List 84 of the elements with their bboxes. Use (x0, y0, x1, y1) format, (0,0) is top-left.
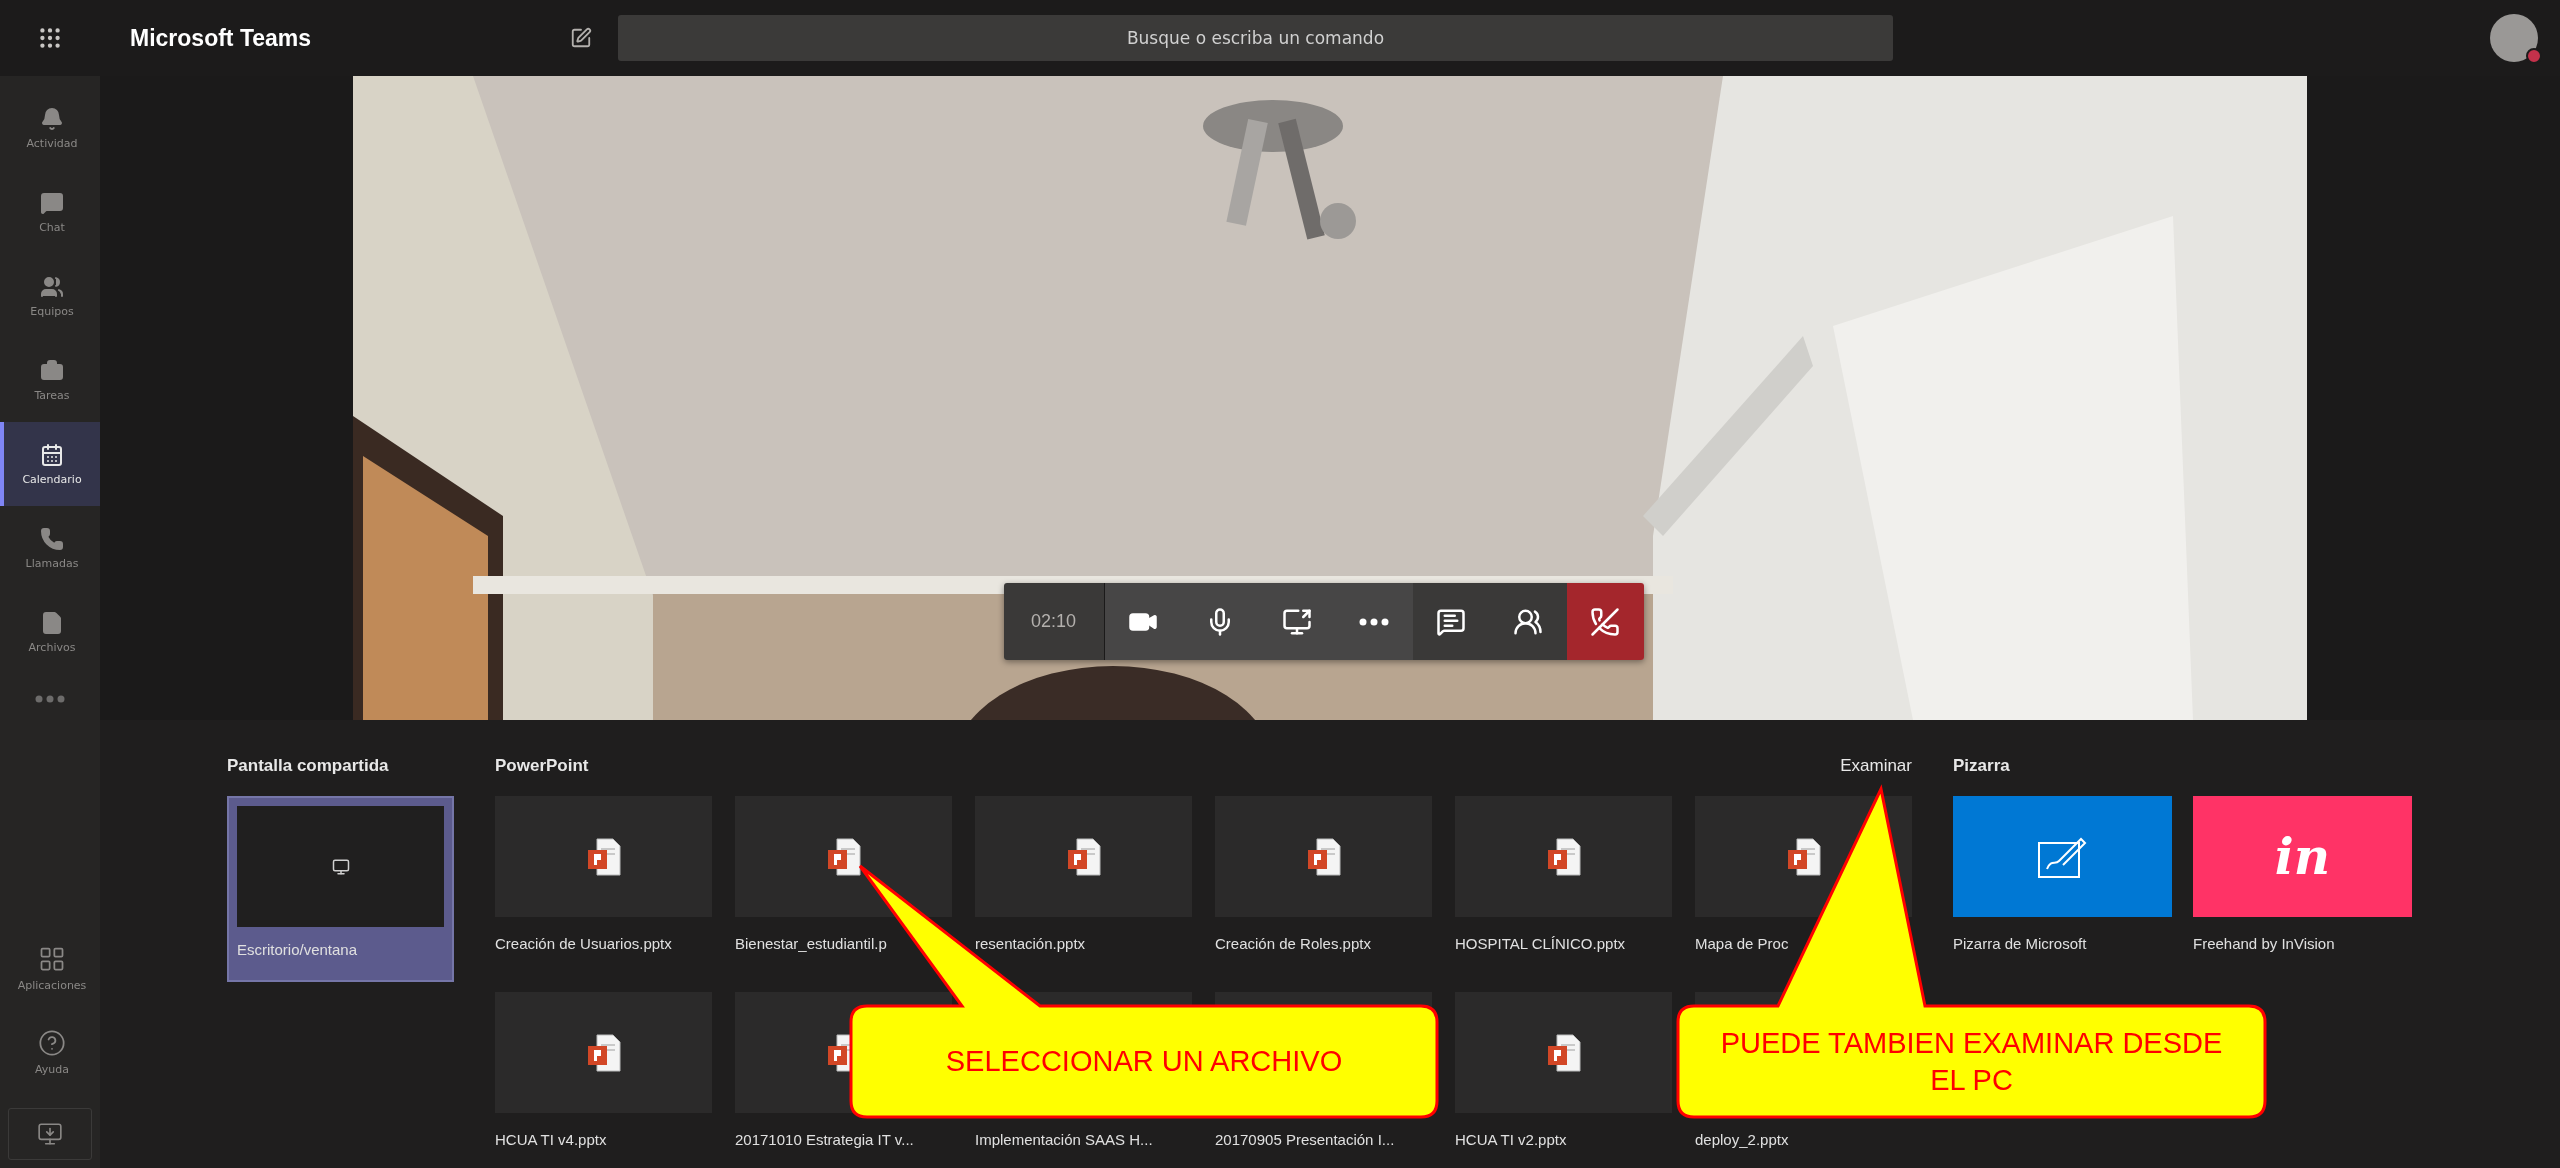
chat-icon (40, 190, 64, 215)
rail-label: Aplicaciones (17, 978, 87, 992)
file-thumbnail[interactable] (975, 796, 1192, 917)
whiteboard-app-tile[interactable]: in (2193, 796, 2412, 917)
rail-item[interactable]: Ayuda (0, 1010, 100, 1094)
search-field[interactable]: Busque o escriba un comando (618, 15, 1893, 61)
rail-label: Actividad (26, 136, 78, 150)
tile-label: Escritorio/ventana (237, 941, 358, 958)
section-heading: PowerPoint (495, 756, 589, 776)
rail-item[interactable]: Llamadas (0, 506, 100, 590)
file-thumbnail[interactable] (1455, 796, 1672, 917)
section-heading: Pizarra (1953, 756, 2011, 776)
section-heading: Pantalla compartida (227, 756, 390, 776)
slides-file-icon (1546, 1033, 1581, 1072)
rail-label: Ayuda (35, 1062, 69, 1076)
help-icon (38, 1028, 66, 1057)
file-thumbnail[interactable] (495, 992, 712, 1113)
download-icon (37, 1121, 63, 1147)
callout-text: PUEDE TAMBIEN EXAMINAR DESDE EL PC (1719, 1026, 2224, 1098)
rail-label: Llamadas (25, 556, 79, 570)
file-name: deploy_2.pptx (1695, 1131, 1789, 1148)
rail-item[interactable]: Equipos (0, 254, 100, 338)
files-icon (40, 610, 64, 635)
calendar-icon (40, 442, 64, 467)
file-name: Mapa de Proc (1695, 935, 1789, 952)
file-name: HCUA TI v2.pptx (1455, 1131, 1567, 1148)
rail-item[interactable]: Chat (0, 170, 100, 254)
call-timer: 02:10 (1003, 583, 1105, 660)
app-title: Microsoft Teams (129, 24, 313, 52)
slides-file-icon (586, 1033, 621, 1072)
callout-text: SELECCIONAR UN ARCHIVO (945, 1044, 1343, 1080)
chat-button[interactable] (1412, 583, 1490, 660)
new-chat-icon[interactable] (570, 27, 592, 49)
app-name: Freehand by InVision (2193, 935, 2335, 952)
more-icon[interactable] (35, 695, 65, 703)
rail-label: Archivos (28, 640, 76, 654)
desktop-share-tile[interactable]: Escritorio/ventana (227, 796, 454, 982)
more-icon (1359, 617, 1389, 626)
slides-file-icon (586, 837, 621, 876)
rail-item[interactable]: Archivos (0, 590, 100, 674)
camera-button[interactable] (1104, 583, 1182, 660)
slides-file-icon (1786, 837, 1821, 876)
file-name: HCUA TI v4.pptx (495, 1131, 607, 1148)
invision-logo: in (2274, 827, 2331, 886)
file-name: Creación de Usuarios.pptx (495, 935, 672, 952)
activity-icon (40, 106, 64, 131)
rail-label: Chat (39, 220, 65, 234)
rail-label: Calendario (22, 472, 82, 486)
rail-label: Equipos (30, 304, 74, 318)
tasks-icon (40, 358, 64, 383)
slides-file-icon (826, 837, 861, 876)
share-screen-icon (1282, 606, 1312, 637)
slides-file-icon (1546, 837, 1581, 876)
file-name: 20171010 Estrategia IT v... (735, 1131, 914, 1148)
teams-icon (40, 274, 64, 299)
slides-file-icon (1066, 837, 1101, 876)
calls-icon (40, 526, 64, 551)
people-button[interactable] (1489, 583, 1567, 660)
hang-up-button[interactable] (1566, 583, 1644, 660)
file-thumbnail[interactable] (735, 796, 952, 917)
file-name: Bienestar_estudiantil.p (735, 935, 887, 952)
file-thumbnail[interactable] (1455, 992, 1672, 1113)
file-name: resentación.pptx (975, 935, 1086, 952)
file-name: HOSPITAL CLÍNICO.pptx (1455, 935, 1626, 952)
whiteboard-app-tile[interactable] (1953, 796, 2172, 917)
app-name: Pizarra de Microsoft (1953, 935, 2087, 952)
slides-file-icon (1306, 837, 1341, 876)
file-thumbnail[interactable] (495, 796, 712, 917)
browse-link[interactable]: Examinar (1840, 756, 1912, 776)
file-name: 20170905 Presentación I... (1215, 1131, 1395, 1148)
hang-up-icon (1590, 606, 1620, 637)
download-button[interactable] (8, 1108, 92, 1160)
rail-item[interactable]: Tareas (0, 338, 100, 422)
file-thumbnail[interactable] (1215, 796, 1432, 917)
avatar[interactable] (2490, 14, 2538, 62)
file-name: Creación de Roles.pptx (1215, 935, 1371, 952)
rail-label: Tareas (34, 388, 70, 402)
app-launcher-icon[interactable] (37, 25, 63, 51)
rail-item[interactable]: Actividad (0, 86, 100, 170)
rail-item[interactable]: Calendario (0, 422, 100, 506)
presence-dot (2526, 48, 2542, 64)
file-name: Implementación SAAS H... (975, 1131, 1153, 1148)
rail-item[interactable]: Aplicaciones (0, 926, 100, 1010)
monitor-icon (331, 857, 350, 876)
